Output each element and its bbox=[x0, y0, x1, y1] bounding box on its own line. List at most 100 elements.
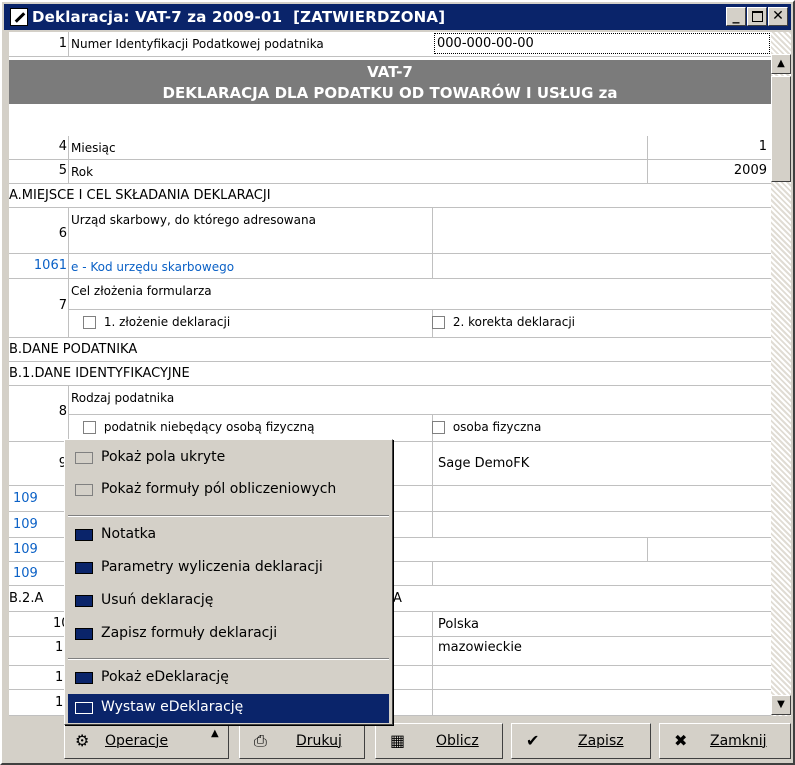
table-row: 4 Miesiąc 1 bbox=[9, 136, 771, 160]
row-number: 5 bbox=[58, 163, 67, 178]
menu-item-usun[interactable]: Usuń deklarację bbox=[68, 587, 389, 616]
row-number: 109 bbox=[13, 566, 38, 581]
drukuj-button[interactable]: ⎙ Drukuj bbox=[239, 723, 365, 759]
voivodeship-value[interactable]: mazowieckie bbox=[438, 640, 522, 655]
option-label: 2. korekta deklaracji bbox=[452, 315, 576, 329]
nip-field[interactable]: 000-000-00-00 bbox=[434, 33, 770, 54]
menu-item-icon bbox=[75, 529, 93, 541]
checkbox-icon[interactable] bbox=[432, 421, 445, 434]
row-number: 1061 bbox=[33, 258, 67, 273]
menu-item-label: Usuń deklarację bbox=[101, 592, 214, 608]
section-b-title: B.DANE PODATNIKA bbox=[9, 342, 138, 357]
button-label: Zapisz bbox=[578, 733, 624, 749]
close-button[interactable]: ✕ bbox=[768, 7, 788, 26]
zamknij-button[interactable]: ✖ Zamknij bbox=[659, 723, 791, 759]
option-label: osoba fizyczna bbox=[452, 420, 542, 434]
document-edit-icon bbox=[10, 8, 28, 26]
option-korekta[interactable]: 2. korekta deklaracji bbox=[432, 315, 575, 329]
table-row: 8 Rodzaj podatnika podatnik niebędący os… bbox=[9, 386, 771, 442]
row-number: 6 bbox=[58, 226, 67, 241]
form-title: DEKLARACJA DLA PODATKU OD TOWARÓW I USŁU… bbox=[162, 84, 618, 102]
row-number: 8 bbox=[58, 404, 67, 419]
minimize-button[interactable]: _ bbox=[726, 7, 746, 26]
table-row: 6 Urząd skarbowy, do którego adresowana bbox=[9, 208, 771, 254]
declaration-window: Deklaracja: VAT-7 za 2009-01 [ZATWIERDZO… bbox=[0, 0, 795, 765]
menu-item-icon bbox=[75, 562, 93, 574]
option-label: podatnik niebędący osobą fizyczną bbox=[103, 420, 315, 434]
menu-item-label: Pokaż formuły pól obliczeniowych bbox=[101, 481, 337, 497]
checkbox-icon bbox=[75, 484, 93, 496]
section-header: B.DANE PODATNIKA bbox=[9, 338, 771, 362]
maximize-button[interactable] bbox=[747, 7, 767, 26]
oblicz-button[interactable]: ▦ Oblicz bbox=[375, 723, 503, 759]
operations-context-menu: Pokaż pola ukryte Pokaż formuły pól obli… bbox=[64, 439, 393, 725]
table-row: 1061 e - Kod urzędu skarbowego bbox=[9, 254, 771, 279]
menu-item-show-hidden-fields[interactable]: Pokaż pola ukryte bbox=[68, 444, 389, 473]
scroll-up-button[interactable]: ▲ bbox=[771, 54, 791, 74]
row-label: e - Kod urzędu skarbowego bbox=[71, 260, 235, 274]
zapisz-button[interactable]: ✔ Zapisz bbox=[511, 723, 651, 759]
row-label: Urząd skarbowy, do którego adresowana bbox=[71, 213, 316, 227]
option-fizyczna[interactable]: osoba fizyczna bbox=[432, 420, 541, 434]
scroll-thumb[interactable] bbox=[771, 76, 791, 182]
row-label: Rodzaj podatnika bbox=[71, 391, 175, 405]
calculator-icon: ▦ bbox=[390, 731, 406, 750]
row-number: 1 bbox=[55, 640, 64, 655]
button-label: Oblicz bbox=[436, 733, 479, 749]
form-header: VAT-7 DEKLARACJA DLA PODATKU OD TOWARÓW … bbox=[9, 60, 771, 104]
checkbox-icon[interactable] bbox=[83, 421, 96, 434]
menu-item-icon bbox=[75, 595, 93, 607]
checkbox-icon[interactable] bbox=[432, 316, 445, 329]
country-value[interactable]: Polska bbox=[438, 617, 479, 632]
row-number: 7 bbox=[58, 298, 67, 313]
arrow-up-icon: ▲ bbox=[777, 58, 785, 69]
button-label: Zamknij bbox=[710, 733, 767, 749]
menu-item-wystaw-edeklaracje[interactable]: Wystaw eDeklarację bbox=[68, 694, 389, 723]
minimize-icon: _ bbox=[732, 8, 740, 24]
menu-item-icon bbox=[75, 628, 93, 640]
menu-item-label: Zapisz formuły deklaracji bbox=[101, 625, 278, 641]
row-number: 109 bbox=[13, 491, 38, 506]
checkbox-icon[interactable] bbox=[83, 316, 96, 329]
section-b1-title: B.1.DANE IDENTYFIKACYJNE bbox=[9, 366, 190, 381]
operacje-button[interactable]: ⚙ Operacje ▲ bbox=[64, 723, 229, 759]
menu-item-icon bbox=[75, 672, 93, 684]
menu-item-label: Notatka bbox=[101, 526, 157, 542]
option-zlozenie[interactable]: 1. złożenie deklaracji bbox=[83, 315, 230, 329]
row-number: 1 bbox=[58, 36, 67, 51]
menu-item-parametry[interactable]: Parametry wyliczenia deklaracji bbox=[68, 554, 389, 583]
checkbox-icon bbox=[75, 452, 93, 464]
title-bar[interactable]: Deklaracja: VAT-7 za 2009-01 [ZATWIERDZO… bbox=[4, 4, 791, 30]
scroll-down-button[interactable]: ▼ bbox=[771, 695, 791, 715]
menu-item-pokaz-edeklaracje[interactable]: Pokaż eDeklarację bbox=[68, 664, 389, 693]
row-number: 4 bbox=[58, 139, 67, 154]
vertical-scrollbar[interactable]: ▲ ▼ bbox=[771, 32, 791, 716]
window-title: Deklaracja: VAT-7 za 2009-01 [ZATWIERDZO… bbox=[32, 8, 446, 26]
menu-item-zapisz-formuly[interactable]: Zapisz formuły deklaracji bbox=[68, 620, 389, 649]
row-label: Rok bbox=[71, 165, 94, 179]
section-b2-title: B.2.A bbox=[9, 591, 44, 606]
section-b2-title-tail: A bbox=[393, 591, 402, 606]
option-label: 1. złożenie deklaracji bbox=[103, 315, 231, 329]
year-value[interactable]: 2009 bbox=[734, 163, 767, 178]
row-number: 9 bbox=[58, 456, 67, 471]
table-row: 5 Rok 2009 bbox=[9, 160, 771, 184]
menu-item-label: Wystaw eDeklarację bbox=[101, 699, 244, 715]
month-value[interactable]: 1 bbox=[759, 139, 767, 154]
section-a-title: A.MIEJSCE I CEL SKŁADANIA DEKLARACJI bbox=[9, 188, 271, 203]
button-label: Drukuj bbox=[296, 733, 342, 749]
section-header: A.MIEJSCE I CEL SKŁADANIA DEKLARACJI bbox=[9, 184, 771, 208]
row-number: 109 bbox=[13, 542, 38, 557]
row-number: 109 bbox=[13, 517, 38, 532]
close-icon: ✖ bbox=[674, 731, 688, 750]
printer-icon: ⎙ bbox=[254, 731, 267, 750]
company-name-value[interactable]: Sage DemoFK bbox=[438, 456, 529, 471]
form-code: VAT-7 bbox=[367, 63, 413, 81]
menu-item-notatka[interactable]: Notatka bbox=[68, 521, 389, 550]
menu-separator bbox=[68, 658, 389, 660]
button-label: Operacje bbox=[105, 733, 169, 749]
menu-item-show-formulas[interactable]: Pokaż formuły pól obliczeniowych bbox=[68, 476, 389, 505]
option-niefizyczna[interactable]: podatnik niebędący osobą fizyczną bbox=[83, 420, 315, 434]
section-header: B.1.DANE IDENTYFIKACYJNE bbox=[9, 362, 771, 386]
arrow-down-icon: ▼ bbox=[777, 699, 785, 710]
